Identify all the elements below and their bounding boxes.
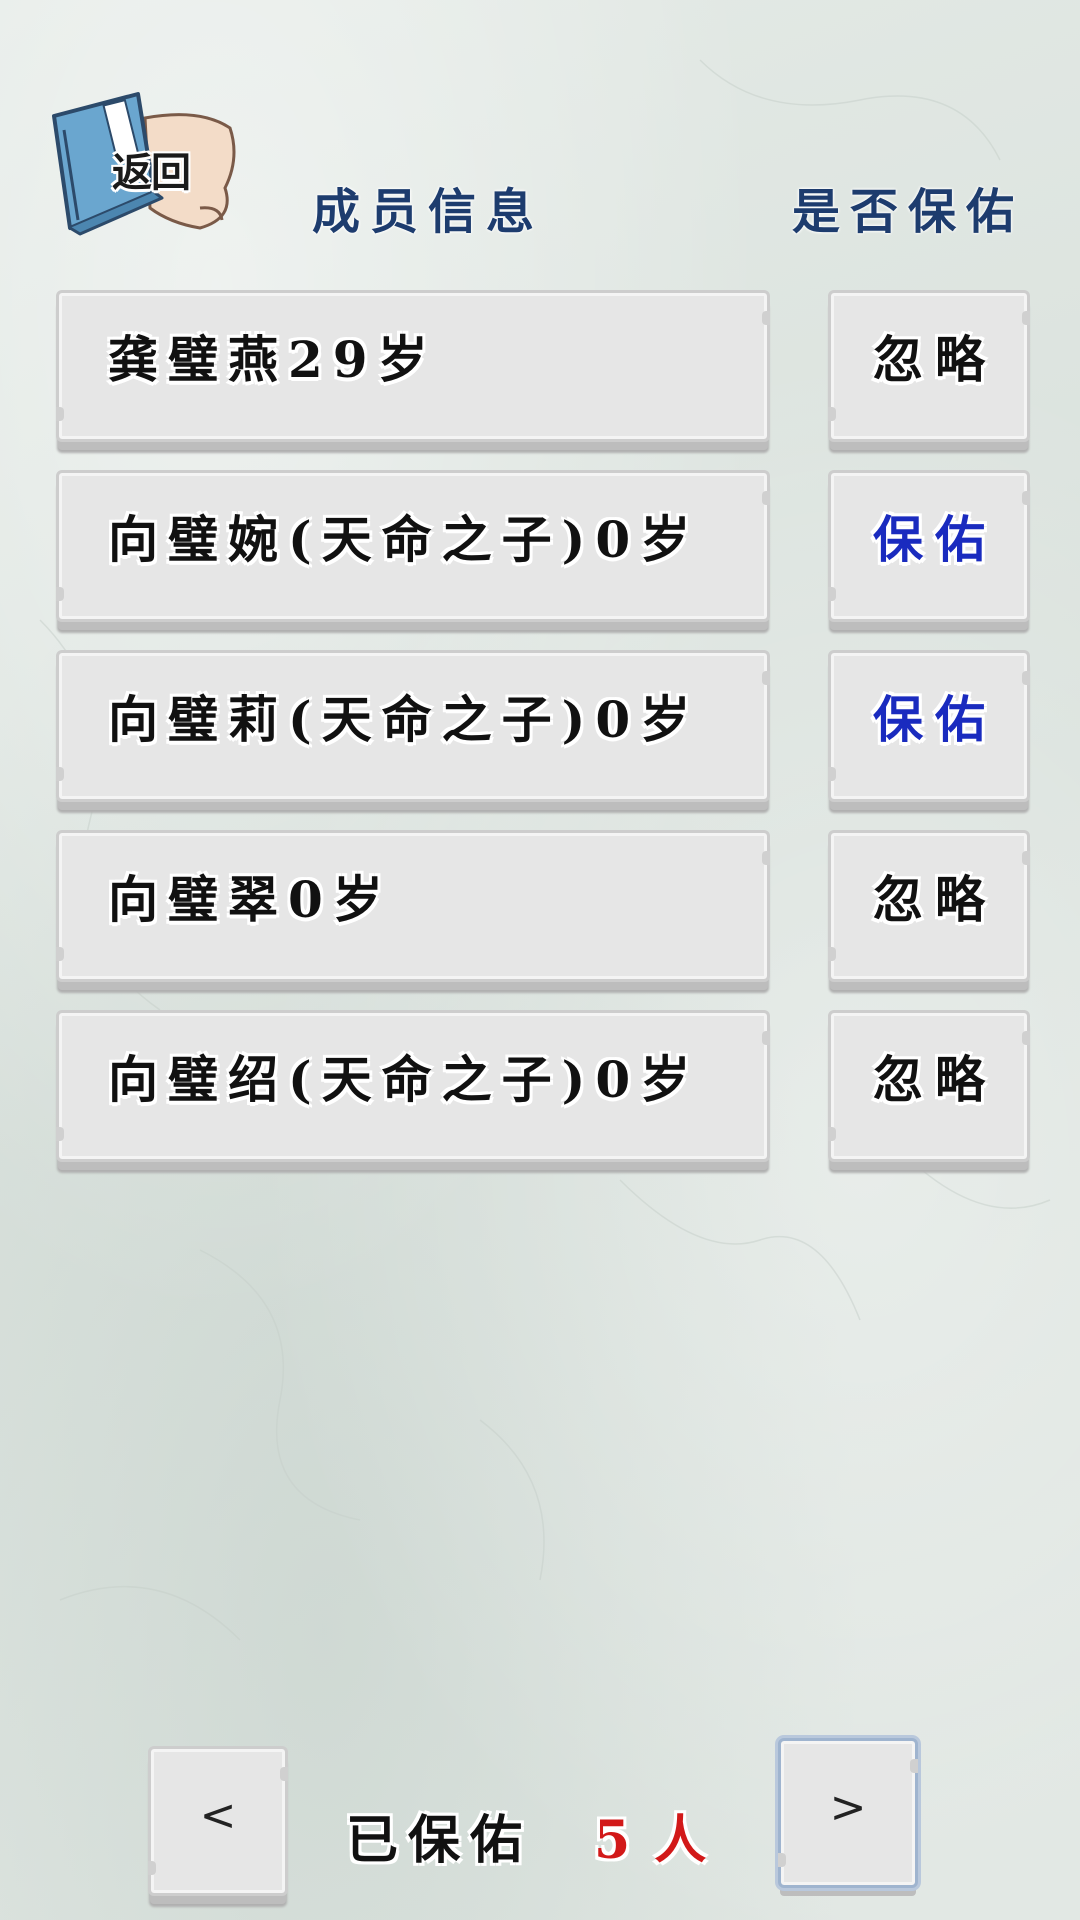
- member-name: 向璧莉(天命之子)0岁: [108, 690, 701, 749]
- protected-label: 已保佑: [346, 1810, 533, 1871]
- protected-count: 已保佑 5 人: [346, 1798, 716, 1873]
- bless-toggle-label: 忽略: [873, 870, 997, 929]
- member-card: 向璧婉(天命之子)0岁: [56, 470, 770, 622]
- bless-toggle-label: 保佑: [873, 510, 997, 569]
- back-button[interactable]: 返回: [50, 88, 240, 238]
- bless-toggle-button[interactable]: 保佑: [828, 650, 1030, 802]
- protected-count-unit: 人: [654, 1810, 717, 1871]
- next-page-button[interactable]: >: [778, 1738, 918, 1888]
- member-card: 向璧翠0岁: [56, 830, 770, 982]
- member-name: 向璧翠0岁: [108, 870, 393, 929]
- member-name: 向璧婉(天命之子)0岁: [108, 510, 701, 569]
- protected-count-number: 5: [594, 1810, 641, 1871]
- bless-toggle-button[interactable]: 忽略: [828, 830, 1030, 982]
- bless-toggle-label: 保佑: [873, 690, 997, 749]
- member-card: 向璧莉(天命之子)0岁: [56, 650, 770, 802]
- member-name: 龚璧燕29岁: [108, 330, 438, 389]
- member-info-header: 成员信息: [312, 184, 545, 240]
- bless-toggle-label: 忽略: [873, 330, 997, 389]
- bless-toggle-button[interactable]: 忽略: [828, 1010, 1030, 1162]
- back-label: 返回: [112, 150, 191, 196]
- chevron-right-icon: >: [829, 1782, 867, 1833]
- bless-toggle-label: 忽略: [873, 1050, 997, 1109]
- member-card: 龚璧燕29岁: [56, 290, 770, 442]
- member-card: 向璧绍(天命之子)0岁: [56, 1010, 770, 1162]
- bless-toggle-button[interactable]: 忽略: [828, 290, 1030, 442]
- bless-toggle-button[interactable]: 保佑: [828, 470, 1030, 622]
- member-name: 向璧绍(天命之子)0岁: [108, 1050, 701, 1109]
- prev-page-button[interactable]: <: [148, 1746, 288, 1896]
- bless-question-header: 是否保佑: [792, 184, 1025, 240]
- chevron-left-icon: <: [199, 1790, 237, 1841]
